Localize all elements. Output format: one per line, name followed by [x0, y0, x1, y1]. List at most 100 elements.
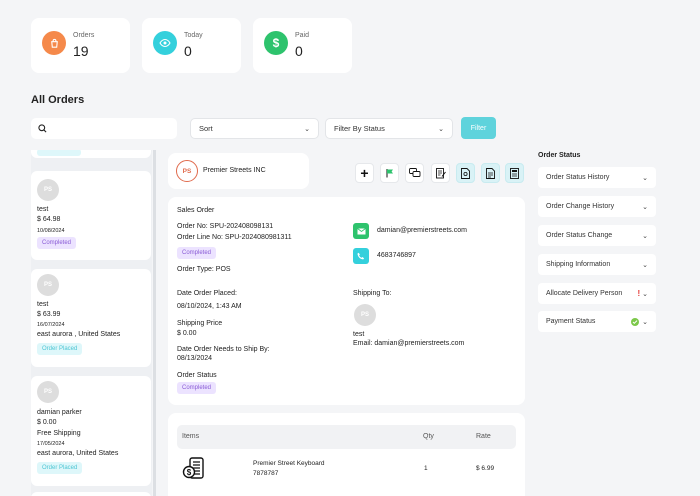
order-price: $ 0.00 [37, 419, 57, 426]
chevron-down-icon: ⌄ [642, 291, 648, 298]
list-item[interactable]: PS damian parker $ 0.00 Free Shipping 17… [31, 376, 151, 486]
stat-value: 19 [73, 43, 89, 59]
plus-icon: + [360, 165, 369, 181]
order-number: Order No: SPU-20240809813​1 [177, 223, 274, 230]
edit-document-icon [435, 167, 446, 178]
column-header-rate: Rate [476, 433, 491, 440]
status-badge: Completed [177, 382, 217, 394]
document-button[interactable] [481, 163, 500, 183]
customer-phone[interactable]: 4683746897 [377, 252, 416, 259]
order-date: 17/05/2024 [37, 441, 65, 447]
store-card: PS Premier Streets INC [168, 153, 309, 189]
invoice-icon [461, 167, 470, 179]
chevron-down-icon: ⌄ [642, 318, 648, 326]
add-button[interactable]: + [355, 163, 374, 183]
stat-card-paid: $ Paid 0 [253, 18, 352, 73]
email-icon [353, 223, 369, 239]
accordion-order-status-change[interactable]: Order Status Change ⌄ [538, 225, 656, 246]
order-price: $ 63.99 [37, 311, 61, 318]
customer-name: damian parker [37, 409, 82, 416]
filter-button[interactable]: Filter [461, 117, 496, 139]
invoice-button[interactable] [456, 163, 475, 183]
list-item[interactable] [31, 492, 151, 496]
phone-icon [353, 248, 369, 264]
store-name: Premier Streets INC [203, 167, 266, 174]
store-logo: PS [176, 160, 198, 182]
item-qty: 1 [424, 465, 428, 472]
order-status-label: Order Status [177, 372, 217, 379]
ship-to-name: test [353, 331, 365, 338]
item-sku: 7878787 [253, 470, 279, 477]
item-name: Premier Street Keyboard [253, 460, 325, 467]
stat-value: 0 [295, 43, 303, 59]
date-placed: 08/10/2024, 1:43 AM [177, 303, 242, 310]
status-filter-select[interactable]: Filter By Status ⌄ [325, 118, 453, 139]
customer-name: test [37, 206, 49, 213]
accordion-order-status-history[interactable]: Order Status History ⌄ [538, 167, 656, 188]
ship-to-email: Email: damian@premierstreets.com [353, 340, 465, 347]
sort-select[interactable]: Sort ⌄ [190, 118, 319, 139]
bag-icon [42, 31, 66, 55]
column-header-qty: Qty [423, 433, 434, 440]
sort-select-label: Sort [199, 124, 213, 133]
receipt-button[interactable] [505, 163, 524, 183]
customer-email[interactable]: damian@premierstreets.com [377, 227, 467, 234]
sales-order-heading: Sales Order [177, 207, 215, 214]
warning-icon: ! [637, 289, 641, 298]
stat-label: Orders [73, 32, 95, 39]
dollar-icon: $ [264, 31, 288, 55]
order-location: east aurora, United States [37, 450, 119, 457]
accordion-order-change-history[interactable]: Order Change History ⌄ [538, 196, 656, 217]
avatar: PS [37, 179, 59, 201]
stat-label: Today [184, 32, 203, 39]
avatar: PS [354, 304, 376, 326]
chat-icon [408, 168, 420, 177]
customer-name: test [37, 301, 49, 308]
shipping-price-label: Shipping Price [177, 320, 223, 327]
chevron-down-icon: ⌄ [642, 232, 648, 240]
order-line-number: Order Line No: SPU-2024080981311 [177, 234, 292, 241]
status-filter-label: Filter By Status [334, 124, 385, 133]
svg-text:$: $ [187, 468, 192, 477]
status-badge: Completed [177, 247, 217, 259]
flag-button[interactable] [380, 163, 399, 183]
chevron-down-icon: ⌄ [642, 174, 648, 182]
order-type: Order Type: POS [177, 266, 231, 273]
chevron-down-icon: ⌄ [642, 203, 648, 211]
search-icon [38, 124, 47, 133]
chevron-down-icon: ⌄ [438, 125, 444, 133]
flag-icon [386, 169, 393, 178]
order-date: 10/08/2024 [37, 228, 65, 234]
accordion-payment-status[interactable]: Payment Status ⌄ [538, 311, 656, 332]
chevron-down-icon: ⌄ [642, 261, 648, 269]
search-input[interactable] [31, 118, 177, 139]
stat-card-orders: Orders 19 [31, 18, 130, 73]
keyboard-product-icon: $ [182, 457, 208, 481]
status-badge [37, 150, 81, 156]
chevron-down-icon: ⌄ [304, 125, 310, 133]
column-header-items: Items [182, 433, 200, 440]
order-list[interactable]: PS test $ 64.98 10/08/2024 Completed PS … [31, 150, 152, 496]
order-status-panel-title: Order Status [538, 152, 581, 159]
stat-label: Paid [295, 32, 310, 39]
accordion-allocate-delivery-person[interactable]: Allocate Delivery Person ! ⌄ [538, 283, 656, 304]
list-item[interactable] [31, 150, 151, 158]
shipping-price: $ 0.00 [177, 330, 197, 337]
list-scrollbar[interactable] [153, 150, 156, 496]
list-item[interactable]: PS test $ 64.98 10/08/2024 Completed [31, 171, 151, 260]
order-location: east aurora , United States [37, 331, 121, 338]
shipping-to-label: Shipping To: [353, 290, 392, 297]
avatar: PS [37, 381, 59, 403]
shipping-method: Free Shipping [37, 430, 81, 437]
chat-button[interactable] [405, 163, 424, 183]
status-badge: Order Placed [37, 343, 83, 355]
avatar: PS [37, 274, 59, 296]
item-rate: $ 6.99 [476, 465, 495, 472]
list-item[interactable]: PS test $ 63.99 16/07/2024 east aurora ,… [31, 269, 151, 367]
accordion-shipping-information[interactable]: Shipping Information ⌄ [538, 254, 656, 275]
ship-by-date: 08/13/2024 [177, 355, 213, 362]
edit-note-button[interactable] [431, 163, 450, 183]
stat-value: 0 [184, 43, 192, 59]
sales-order-card: Sales Order Order No: SPU-20240809813​1 … [168, 197, 525, 405]
eye-icon [153, 31, 177, 55]
